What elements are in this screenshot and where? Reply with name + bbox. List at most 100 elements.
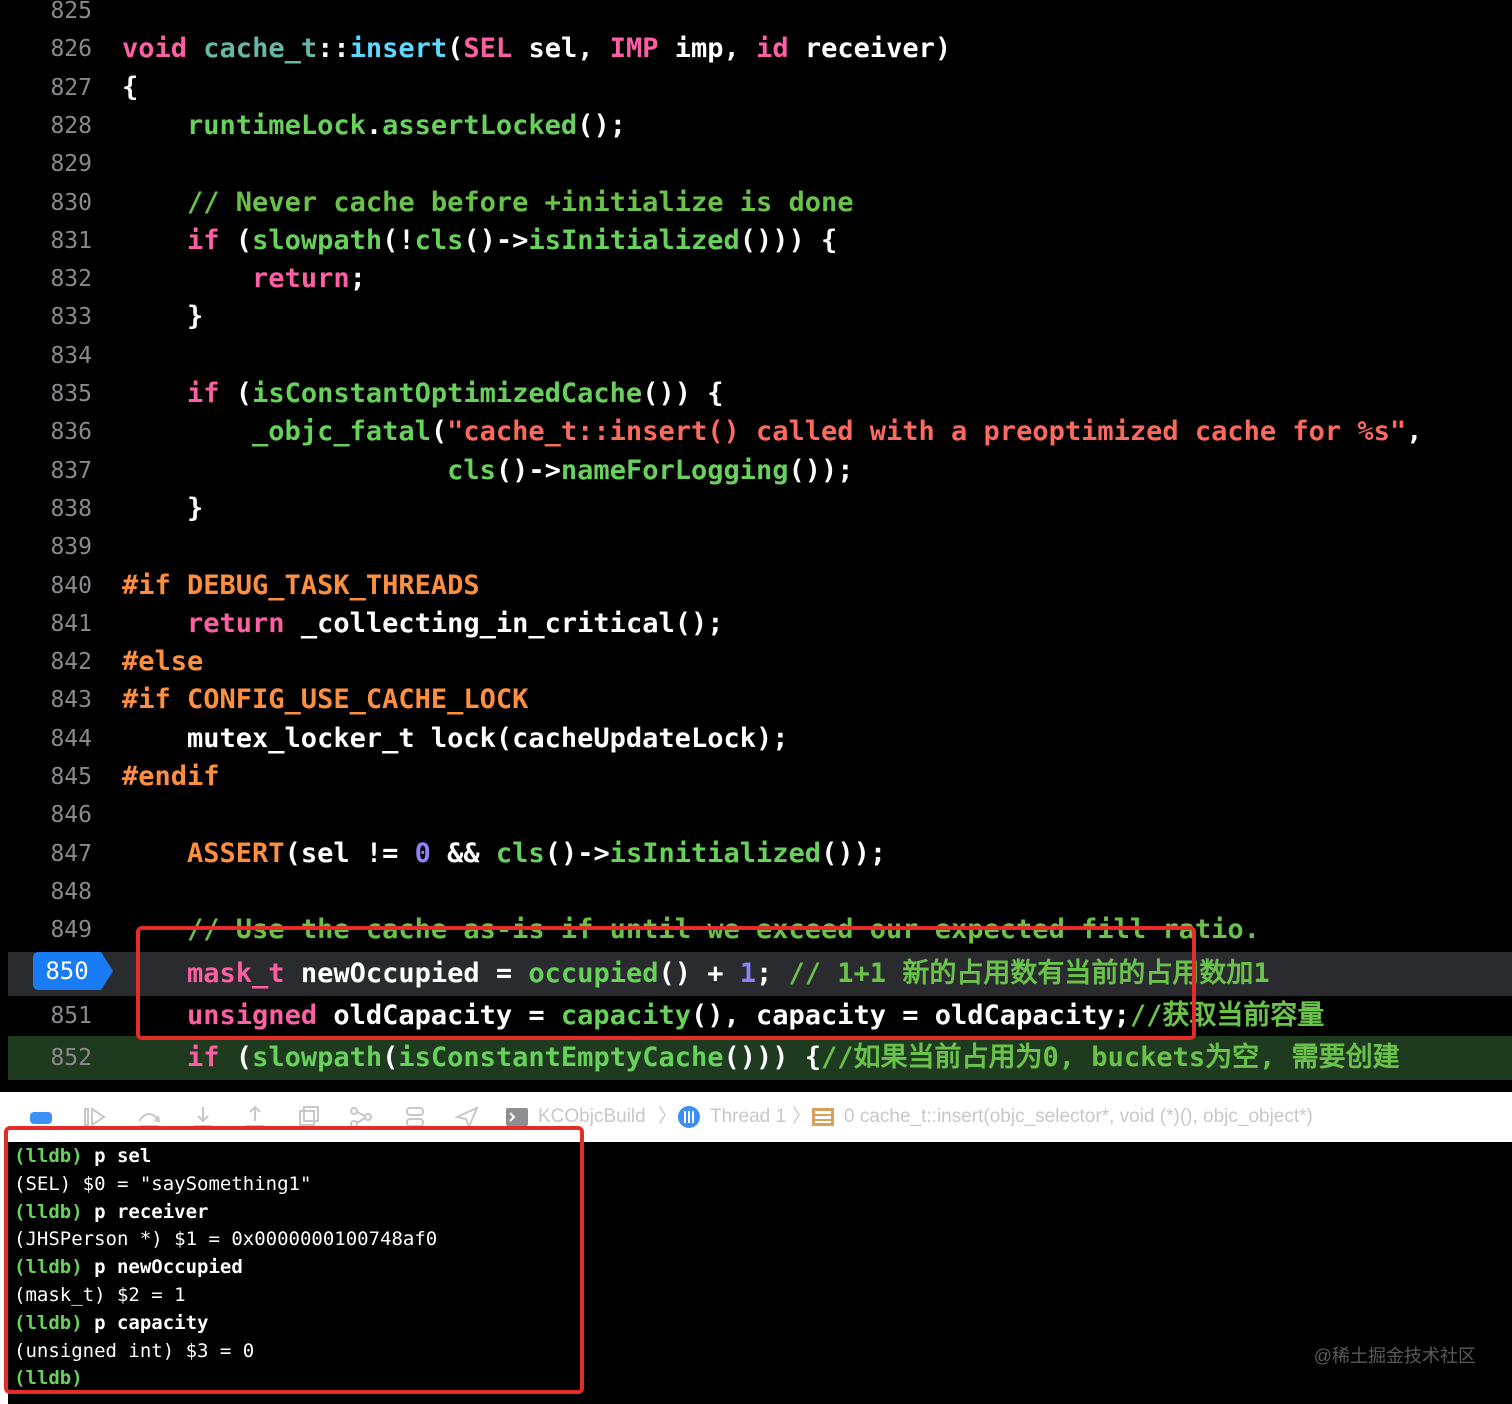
code-text: #if CONFIG_USE_CACHE_LOCK: [122, 681, 528, 719]
line-number[interactable]: 840: [8, 567, 92, 605]
code-token: sel,: [512, 33, 610, 65]
code-line[interactable]: 846: [8, 796, 1512, 834]
line-number[interactable]: 828: [8, 107, 92, 145]
line-number[interactable]: 830: [8, 184, 92, 222]
code-line[interactable]: 844 mutex_locker_t lock(cacheUpdateLock)…: [8, 720, 1512, 758]
line-number[interactable]: 831: [8, 222, 92, 260]
line-number[interactable]: 829: [8, 145, 92, 183]
code-line[interactable]: 848: [8, 873, 1512, 911]
code-text: return _collecting_in_critical();: [122, 605, 723, 643]
code-text: ASSERT(sel != 0 && cls()->isInitialized(…: [122, 835, 886, 873]
code-token: ()->: [544, 837, 610, 869]
line-number[interactable]: 852: [8, 1036, 92, 1080]
code-token: (: [219, 1042, 253, 1074]
code-token: //如果当前占用为0, buckets为空, 需要创建: [821, 1042, 1400, 1074]
line-number[interactable]: 851: [8, 994, 92, 1038]
code-line[interactable]: 833 }: [8, 298, 1512, 336]
code-token: (: [447, 33, 464, 65]
line-number[interactable]: 836: [8, 413, 92, 451]
code-line[interactable]: 852 if (slowpath(isConstantEmptyCache())…: [8, 1036, 1512, 1081]
code-line[interactable]: 828 runtimeLock.assertLocked();: [8, 107, 1512, 145]
code-token: cache_t: [203, 33, 318, 65]
breadcrumb-frame[interactable]: 0 cache_t::insert(objc_selector*, void (…: [844, 1105, 1313, 1129]
line-number[interactable]: 843: [8, 681, 92, 719]
line-number[interactable]: 826: [8, 30, 92, 68]
code-line[interactable]: 840 #if DEBUG_TASK_THREADS: [8, 567, 1512, 605]
line-number[interactable]: 839: [8, 528, 92, 566]
line-number[interactable]: 849: [8, 911, 92, 949]
code-token: return: [252, 263, 350, 295]
code-line[interactable]: 841 return _collecting_in_critical();: [8, 605, 1512, 643]
code-line[interactable]: 835 if (isConstantOptimizedCache()) {: [8, 375, 1512, 413]
code-token: slowpath: [252, 224, 383, 256]
line-number[interactable]: 833: [8, 298, 92, 336]
code-token: ::: [317, 33, 350, 65]
code-token: assertLocked: [382, 109, 578, 141]
line-number[interactable]: 848: [8, 873, 92, 911]
code-token: _collecting_in_critical();: [284, 607, 724, 639]
line-number[interactable]: 827: [8, 69, 92, 107]
code-line[interactable]: 843 #if CONFIG_USE_CACHE_LOCK: [8, 681, 1512, 719]
code-token: IMP: [609, 33, 659, 65]
code-token: (!: [382, 224, 415, 256]
code-line[interactable]: 832 return;: [8, 260, 1512, 298]
code-line[interactable]: 831 if (slowpath(!cls()->isInitialized()…: [8, 222, 1512, 260]
line-number[interactable]: 838: [8, 490, 92, 528]
line-number[interactable]: 837: [8, 452, 92, 490]
code-line[interactable]: 826 void cache_t::insert(SEL sel, IMP imp…: [8, 30, 1512, 68]
code-line[interactable]: 836 _objc_fatal("cache_t::insert() calle…: [8, 413, 1512, 451]
breakpoint-marker[interactable]: 850: [33, 952, 113, 990]
code-token: ())) {: [739, 224, 838, 256]
code-line[interactable]: 838 }: [8, 490, 1512, 528]
line-number[interactable]: 844: [8, 720, 92, 758]
line-number[interactable]: 846: [8, 796, 92, 834]
code-line[interactable]: 842 #else: [8, 643, 1512, 681]
code-line[interactable]: 830 // Never cache before +initialize is…: [8, 184, 1512, 222]
code-line[interactable]: 827 {: [8, 69, 1512, 107]
code-token: ()->: [495, 454, 561, 486]
code-token: nameForLogging: [560, 454, 789, 486]
code-line[interactable]: 834: [8, 337, 1512, 375]
code-text: if (isConstantOptimizedCache()) {: [122, 375, 723, 413]
code-line[interactable]: 825: [8, 0, 1512, 30]
breadcrumb-thread[interactable]: Thread 1: [710, 1105, 786, 1129]
line-number[interactable]: 825: [8, 0, 92, 30]
code-line[interactable]: 845 #endif: [8, 758, 1512, 796]
line-number[interactable]: 832: [8, 260, 92, 298]
line-number[interactable]: 842: [8, 643, 92, 681]
code-text: mutex_locker_t lock(cacheUpdateLock);: [122, 720, 788, 758]
code-token: #else: [122, 646, 204, 678]
line-number[interactable]: 834: [8, 337, 92, 375]
highlight-box-code: [136, 926, 1196, 1040]
chevron-right-icon: 〉: [792, 1106, 812, 1127]
code-token: (: [219, 224, 253, 256]
code-token: (sel !=: [284, 837, 415, 869]
code-line[interactable]: 837 cls()->nameForLogging());: [8, 452, 1512, 490]
code-token: SEL: [463, 33, 513, 65]
code-token: ();: [577, 109, 626, 141]
code-token: mutex_locker_t lock(cacheUpdateLock);: [122, 722, 789, 754]
line-number[interactable]: 845: [8, 758, 92, 796]
line-number[interactable]: 835: [8, 375, 92, 413]
line-number[interactable]: 847: [8, 835, 92, 873]
code-line[interactable]: 847 ASSERT(sel != 0 && cls()->isInitiali…: [8, 835, 1512, 873]
code-token: cls: [495, 837, 545, 869]
code-text: #if DEBUG_TASK_THREADS: [122, 567, 480, 605]
code-token: _objc_fatal: [252, 416, 431, 448]
code-token: ());: [821, 837, 887, 869]
code-text: // Never cache before +initialize is don…: [122, 184, 853, 222]
code-line[interactable]: 829: [8, 145, 1512, 183]
code-token: isInitialized: [528, 224, 740, 256]
code-line[interactable]: 839: [8, 528, 1512, 566]
code-token: insert: [349, 33, 448, 65]
code-token: #if CONFIG_USE_CACHE_LOCK: [122, 684, 529, 716]
code-token: cls: [447, 454, 496, 486]
code-token: slowpath: [252, 1042, 383, 1074]
line-number[interactable]: 841: [8, 605, 92, 643]
code-text: cls()->nameForLogging());: [122, 452, 853, 490]
